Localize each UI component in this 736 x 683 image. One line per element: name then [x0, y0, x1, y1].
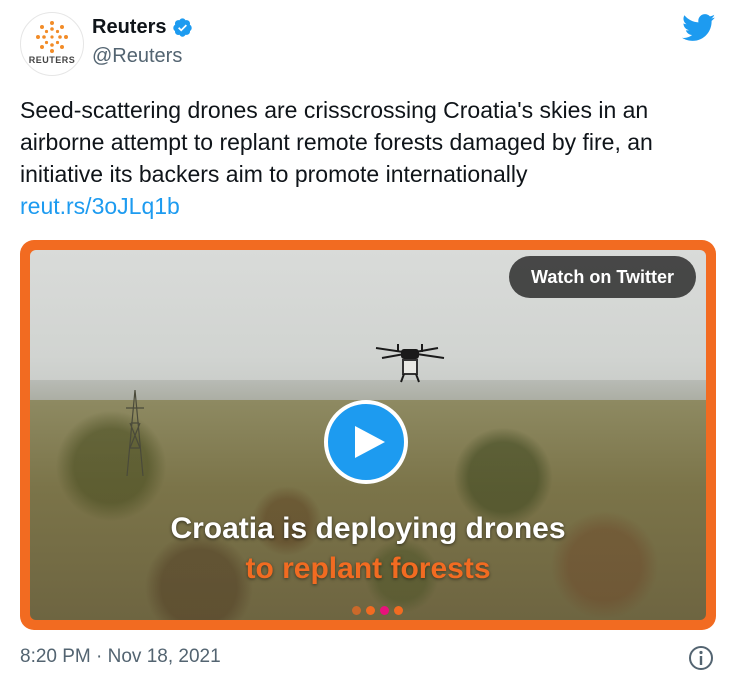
drone-icon [375, 344, 445, 383]
avatar-wordmark: REUTERS [28, 55, 76, 65]
tweet-link[interactable]: reut.rs/3oJLq1b [20, 190, 180, 222]
verified-badge-icon [173, 18, 193, 37]
author-handle[interactable]: @Reuters [92, 45, 193, 68]
twitter-bird-icon[interactable] [682, 14, 716, 42]
video-caption-line2: to replant forests [245, 552, 491, 585]
power-pylon-icon [126, 389, 144, 477]
play-button[interactable] [324, 400, 408, 484]
tweet-header: REUTERS Reuters @Reuters [20, 12, 716, 76]
play-icon [355, 426, 385, 458]
reuters-avatar[interactable]: REUTERS [20, 12, 84, 76]
reuters-watermark-icon [352, 606, 403, 615]
tweet-timestamp[interactable]: 8:20 PM · Nov 18, 2021 [20, 646, 221, 668]
video-card[interactable]: Watch on Twitter Croatia is deploying dr… [20, 240, 716, 630]
reuters-logo-icon [36, 21, 68, 53]
video-thumbnail[interactable]: Watch on Twitter Croatia is deploying dr… [30, 250, 706, 620]
tweet-text: Seed-scattering drones are crisscrossing… [20, 97, 653, 187]
author-display-name[interactable]: Reuters [92, 16, 166, 39]
tweet-body: Seed-scattering drones are crisscrossing… [20, 94, 720, 222]
author-info: Reuters @Reuters [92, 16, 193, 68]
info-icon[interactable] [688, 645, 714, 671]
video-caption-line1: Croatia is deploying drones [170, 512, 566, 545]
watch-on-twitter-button[interactable]: Watch on Twitter [509, 256, 696, 298]
